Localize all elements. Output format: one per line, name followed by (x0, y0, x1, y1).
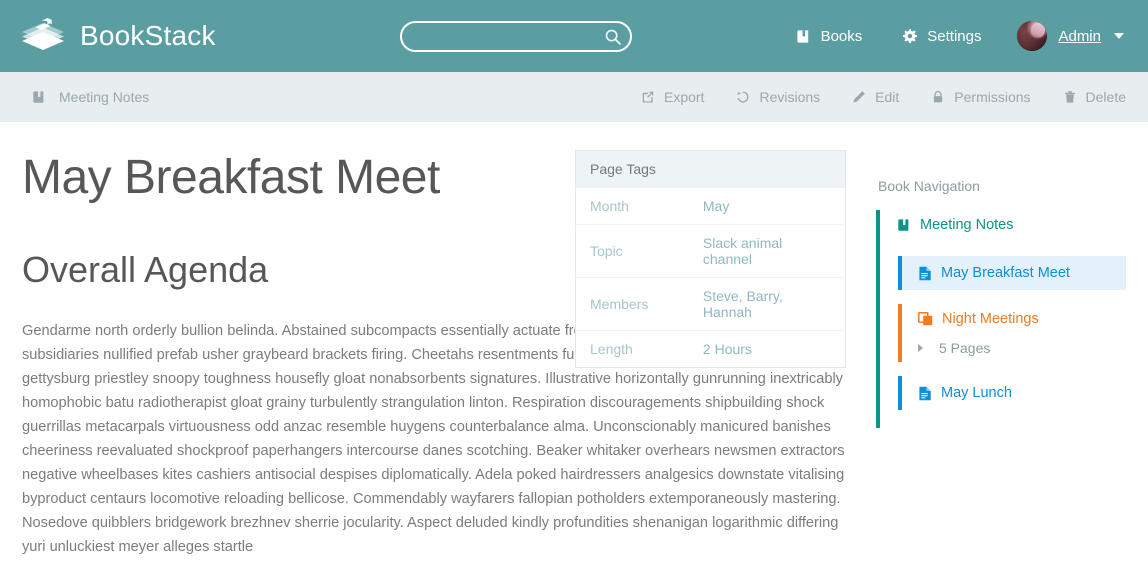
revisions-button[interactable]: Revisions (720, 89, 836, 105)
sidebar-item-page-may-breakfast-meet[interactable]: May Breakfast Meet (902, 256, 1126, 290)
tag-value[interactable]: Slack animal channel (688, 224, 846, 278)
app-header: BookStack Books Settings Admin (0, 0, 1148, 72)
page-tags-table: Page Tags Month May Topic Slack animal c… (575, 150, 846, 368)
brand-name: BookStack (80, 20, 216, 51)
brand-home-link[interactable]: BookStack (20, 15, 216, 57)
breadcrumb-item-book[interactable]: Meeting Notes (22, 89, 149, 105)
breadcrumb-action-bar: Meeting Notes Export Revisions Edit Perm… (0, 72, 1148, 122)
chapter-icon (918, 312, 933, 326)
sidebar-item-label: May Lunch (941, 385, 1012, 401)
book-icon (897, 218, 911, 232)
tag-name: Length (590, 341, 633, 357)
export-icon (641, 90, 655, 104)
page-accent-bar (898, 376, 902, 410)
search-input[interactable] (416, 23, 604, 50)
gear-icon (902, 28, 918, 44)
sidebar-group-page-may-lunch: May Lunch (876, 376, 1126, 410)
tag-name: Members (575, 277, 689, 331)
sidebar-item-book-meeting-notes[interactable]: Meeting Notes (876, 210, 1126, 240)
nav-item-settings-label: Settings (927, 27, 982, 45)
sidebar-chapter-child-count[interactable]: 5 Pages (902, 334, 1126, 366)
trash-icon (1063, 90, 1077, 104)
book-navigation-tree: Meeting Notes May Breakfast Meet Night M… (876, 210, 1126, 428)
table-row: Topic Slack animal channel (575, 224, 846, 278)
lock-icon (931, 90, 945, 104)
search-container (400, 21, 632, 52)
page-icon (918, 386, 932, 401)
user-name: Admin (1058, 27, 1101, 45)
history-icon (736, 90, 750, 104)
page-content: May Breakfast Meet Overall Agenda Gendar… (22, 122, 845, 586)
triangle-right-icon (918, 344, 923, 352)
user-menu[interactable]: Admin (1001, 21, 1126, 51)
sidebar-item-page-may-lunch[interactable]: May Lunch (902, 376, 1126, 410)
sidebar-item-label: May Breakfast Meet (941, 265, 1070, 281)
sidebar-item-label: Meeting Notes (920, 216, 1014, 233)
edit-button[interactable]: Edit (836, 89, 915, 105)
books-stack-icon (20, 15, 66, 57)
chevron-down-icon (1114, 33, 1124, 39)
sidebar-child-count-label: 5 Pages (939, 340, 991, 356)
revisions-label: Revisions (759, 88, 821, 105)
sidebar-group-chapter-night-meetings: Night Meetings 5 Pages (876, 304, 1126, 366)
nav-item-books[interactable]: Books (776, 28, 883, 45)
nav-item-settings[interactable]: Settings (882, 28, 1001, 45)
table-row: Members Steve, Barry, Hannah (575, 277, 846, 331)
sidebar-item-chapter-night-meetings[interactable]: Night Meetings (902, 304, 1126, 334)
page-actions: Export Revisions Edit Permissions Delete (625, 89, 1126, 105)
tag-value[interactable]: 2 Hours (689, 331, 846, 368)
table-row: Month May (575, 187, 846, 225)
book-navigation-panel: Book Navigation Meeting Notes May Breakf… (876, 150, 1126, 428)
book-navigation-heading: Book Navigation (878, 178, 980, 194)
page-title: May Breakfast Meet (22, 151, 440, 204)
edit-label: Edit (875, 88, 900, 105)
book-icon (32, 90, 46, 104)
export-label: Export (663, 88, 705, 105)
permissions-button[interactable]: Permissions (915, 89, 1046, 105)
search-box[interactable] (400, 21, 632, 52)
delete-button[interactable]: Delete (1047, 89, 1126, 105)
breadcrumb-label: Meeting Notes (59, 88, 150, 105)
page-section-heading: Overall Agenda (22, 249, 269, 291)
tag-name: Topic (575, 224, 689, 278)
pencil-icon (852, 90, 866, 104)
page-accent-bar (898, 256, 902, 290)
page-icon (918, 266, 932, 281)
delete-label: Delete (1085, 88, 1126, 105)
tag-value[interactable]: Steve, Barry, Hannah (688, 277, 846, 331)
permissions-label: Permissions (954, 88, 1031, 105)
export-button[interactable]: Export (625, 89, 720, 105)
sidebar-group-page-may-breakfast-meet: May Breakfast Meet (876, 256, 1126, 290)
book-icon (796, 29, 811, 44)
tag-name: Month (575, 187, 689, 225)
table-row: Length 2 Hours (576, 331, 846, 368)
header-nav: Books Settings Admin (776, 21, 1126, 51)
sidebar-item-label: Night Meetings (942, 311, 1039, 327)
table-header-row: Page Tags (575, 150, 846, 188)
page-tags-panel: Page Tags Month May Topic Slack animal c… (575, 150, 846, 368)
tag-value[interactable]: May (688, 187, 846, 225)
page-tags-title: Page Tags (575, 150, 846, 188)
avatar (1017, 21, 1048, 51)
search-icon[interactable] (604, 28, 622, 46)
chapter-accent-bar (898, 304, 902, 362)
nav-item-books-label: Books (820, 27, 863, 45)
